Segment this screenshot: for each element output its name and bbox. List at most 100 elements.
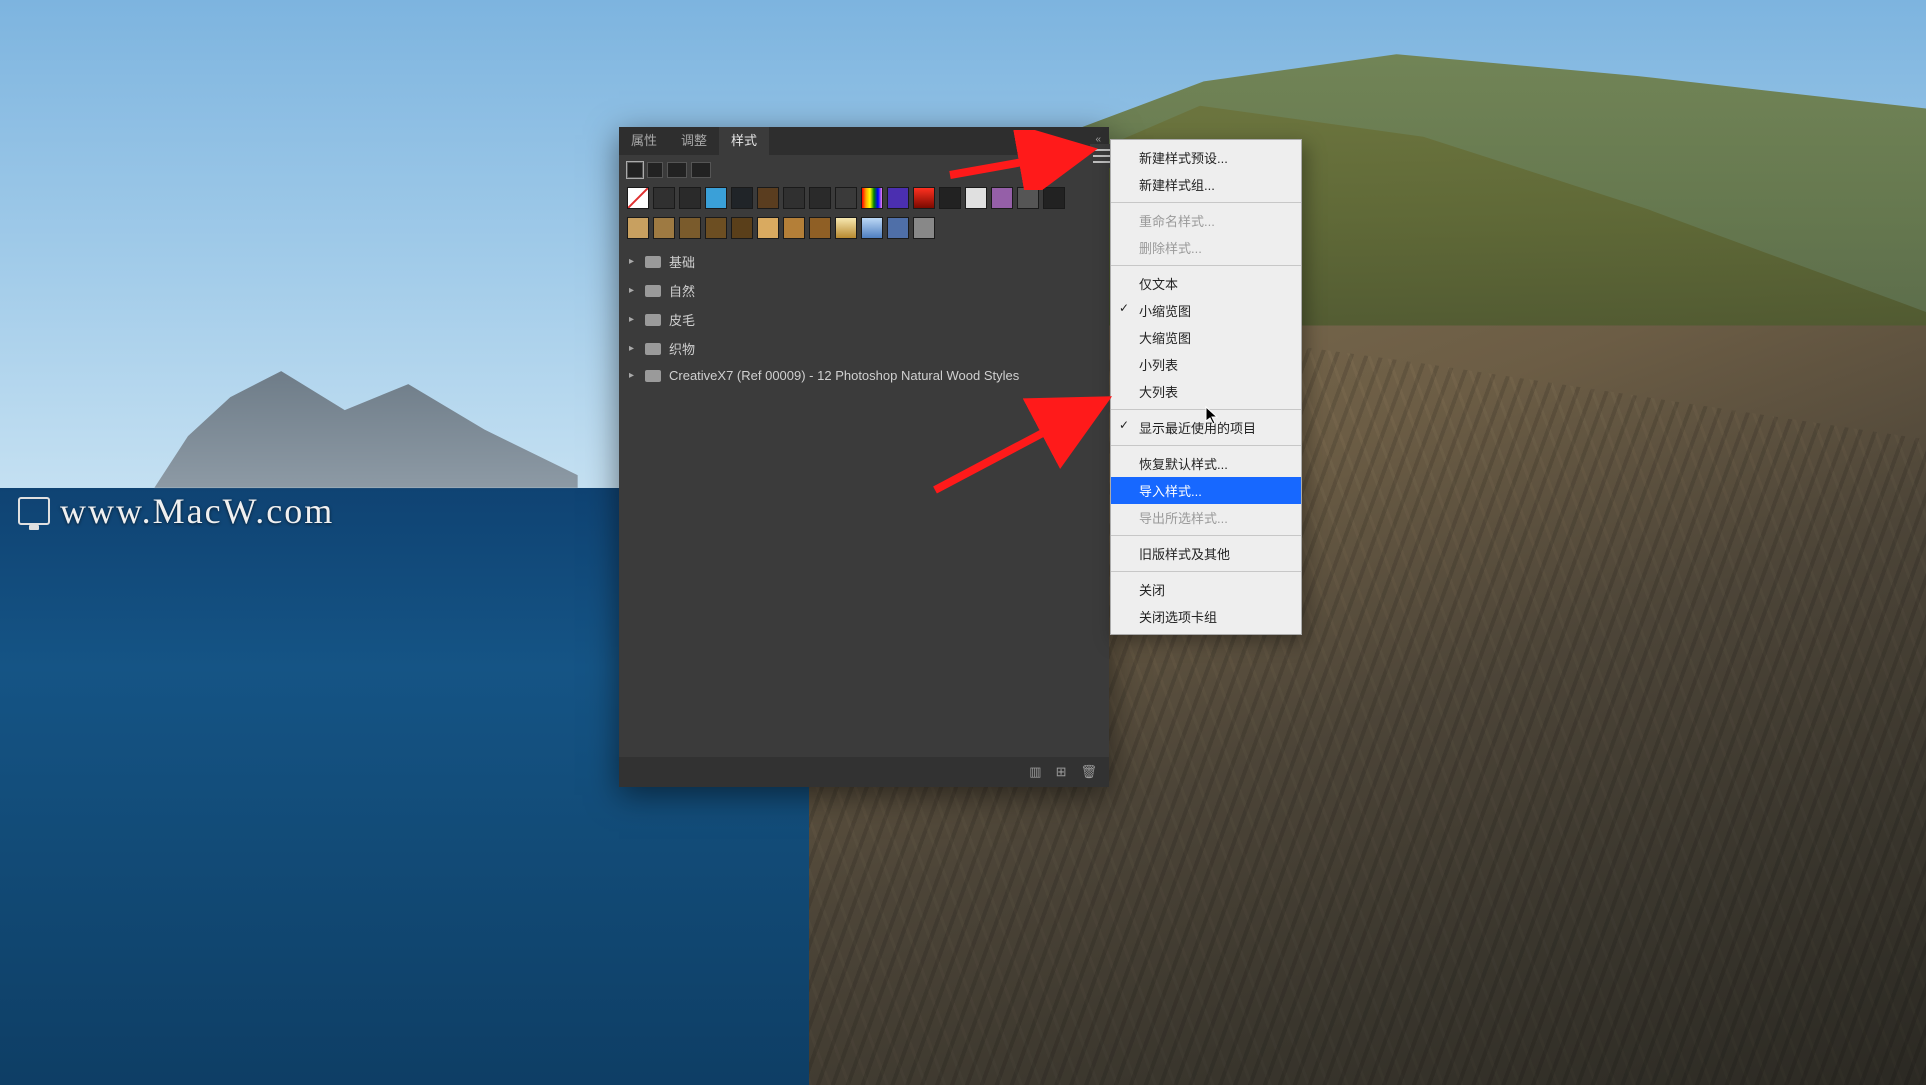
style-swatch[interactable]: [653, 217, 675, 239]
style-folder-row[interactable]: ▸ CreativeX7 (Ref 00009) - 12 Photoshop N…: [619, 363, 1109, 388]
folder-label: CreativeX7 (Ref 00009) - 12 Photoshop Na…: [669, 368, 1019, 383]
menu-item-label: 新建样式组...: [1139, 178, 1215, 193]
style-swatch[interactable]: [861, 217, 883, 239]
watermark: www.MacW.com: [18, 490, 334, 532]
folder-icon: [645, 343, 661, 355]
style-swatch[interactable]: [913, 217, 935, 239]
menu-item[interactable]: 导入样式...: [1111, 477, 1301, 504]
menu-item-label: 关闭选项卡组: [1139, 610, 1217, 625]
style-swatch[interactable]: [757, 187, 779, 209]
chevron-right-icon: ▸: [629, 343, 637, 354]
style-swatch[interactable]: [705, 187, 727, 209]
menu-item-label: 大缩览图: [1139, 331, 1191, 346]
cursor-icon: [1205, 406, 1219, 426]
size-chip-small[interactable]: [627, 162, 643, 178]
menu-item[interactable]: 大列表: [1111, 378, 1301, 405]
chevron-right-icon: ▸: [629, 256, 637, 267]
thumbnail-size-chips: [619, 155, 1109, 183]
chevron-right-icon: ▸: [629, 370, 637, 381]
menu-item-label: 仅文本: [1139, 277, 1178, 292]
style-swatch[interactable]: [1043, 187, 1065, 209]
style-swatch[interactable]: [861, 187, 883, 209]
style-folder-row[interactable]: ▸ 织物: [619, 334, 1109, 363]
tab-属性[interactable]: 属性: [619, 127, 669, 155]
style-folder-list: ▸ 基础 ▸ 自然 ▸ 皮毛 ▸ 织物 ▸ CreativeX7 (Ref 00009) - 12…: [619, 243, 1109, 392]
style-swatch[interactable]: [991, 187, 1013, 209]
menu-item[interactable]: 旧版样式及其他: [1111, 540, 1301, 567]
new-folder-icon[interactable]: ▥: [1029, 764, 1041, 780]
size-chip-med[interactable]: [647, 162, 663, 178]
menu-item-label: 小列表: [1139, 358, 1178, 373]
panel-flyout-menu: 新建样式预设... 新建样式组... 重命名样式... 删除样式... 仅文本 ✓ 小缩览图…: [1110, 139, 1302, 635]
menu-item: 删除样式...: [1111, 234, 1301, 261]
menu-item-label: 显示最近使用的项目: [1139, 421, 1256, 436]
folder-label: 皮毛: [669, 310, 695, 329]
menu-item[interactable]: 小列表: [1111, 351, 1301, 378]
style-swatch[interactable]: [913, 187, 935, 209]
style-swatch[interactable]: [939, 187, 961, 209]
style-swatch[interactable]: [783, 217, 805, 239]
style-swatch[interactable]: [731, 187, 753, 209]
style-swatch[interactable]: [627, 217, 649, 239]
menu-item-label: 新建样式预设...: [1139, 151, 1228, 166]
folder-icon: [645, 370, 661, 382]
menu-item-label: 导入样式...: [1139, 484, 1202, 499]
size-chip-large[interactable]: [667, 162, 687, 178]
style-swatch[interactable]: [783, 187, 805, 209]
folder-label: 织物: [669, 339, 695, 358]
style-swatch[interactable]: [731, 217, 753, 239]
style-swatch-grid: [619, 183, 1109, 243]
style-swatch[interactable]: [705, 217, 727, 239]
menu-item-label: 旧版样式及其他: [1139, 547, 1230, 562]
chevron-right-icon: ▸: [629, 285, 637, 296]
style-swatch[interactable]: [679, 217, 701, 239]
folder-icon: [645, 285, 661, 297]
new-style-icon[interactable]: ⊞: [1056, 764, 1067, 780]
style-swatch[interactable]: [835, 187, 857, 209]
trash-icon[interactable]: 🗑: [1080, 764, 1097, 780]
style-swatch[interactable]: [809, 187, 831, 209]
check-icon: ✓: [1119, 301, 1129, 315]
chevron-right-icon: ▸: [629, 314, 637, 325]
menu-item-label: 重命名样式...: [1139, 214, 1215, 229]
style-swatch[interactable]: [757, 217, 779, 239]
size-chip-xl[interactable]: [691, 162, 711, 178]
style-folder-row[interactable]: ▸ 自然: [619, 276, 1109, 305]
styles-panel: 属性调整样式« ▸ 基础 ▸ 自然 ▸ 皮毛 ▸ 织物 ▸ CreativeX7 (Ref 000…: [619, 127, 1109, 787]
style-folder-row[interactable]: ▸ 皮毛: [619, 305, 1109, 334]
check-icon: ✓: [1119, 418, 1129, 432]
tab-样式[interactable]: 样式: [719, 127, 769, 155]
watermark-text: www.MacW.com: [60, 490, 334, 532]
panel-footer: ▥ ⊞ 🗑: [619, 757, 1109, 787]
menu-item[interactable]: 大缩览图: [1111, 324, 1301, 351]
folder-label: 自然: [669, 281, 695, 300]
menu-item[interactable]: 仅文本: [1111, 270, 1301, 297]
style-swatch[interactable]: [887, 217, 909, 239]
style-swatch[interactable]: [1017, 187, 1039, 209]
style-swatch[interactable]: [809, 217, 831, 239]
style-swatch[interactable]: [653, 187, 675, 209]
menu-item-label: 小缩览图: [1139, 304, 1191, 319]
menu-item: 导出所选样式...: [1111, 504, 1301, 531]
menu-item[interactable]: 关闭: [1111, 576, 1301, 603]
style-folder-row[interactable]: ▸ 基础: [619, 247, 1109, 276]
style-swatch[interactable]: [627, 187, 649, 209]
menu-item[interactable]: 新建样式组...: [1111, 171, 1301, 198]
menu-item-label: 删除样式...: [1139, 241, 1202, 256]
folder-label: 基础: [669, 252, 695, 271]
menu-item-label: 关闭: [1139, 583, 1165, 598]
menu-item[interactable]: 恢复默认样式...: [1111, 450, 1301, 477]
style-swatch[interactable]: [835, 217, 857, 239]
style-swatch[interactable]: [887, 187, 909, 209]
folder-icon: [645, 314, 661, 326]
menu-item[interactable]: ✓ 小缩览图: [1111, 297, 1301, 324]
menu-item-label: 导出所选样式...: [1139, 511, 1228, 526]
menu-item[interactable]: 新建样式预设...: [1111, 144, 1301, 171]
folder-icon: [645, 256, 661, 268]
style-swatch[interactable]: [679, 187, 701, 209]
tab-调整[interactable]: 调整: [669, 127, 719, 155]
panel-tabbar: 属性调整样式«: [619, 127, 1109, 155]
style-swatch[interactable]: [965, 187, 987, 209]
menu-item-label: 大列表: [1139, 385, 1178, 400]
menu-item[interactable]: 关闭选项卡组: [1111, 603, 1301, 630]
